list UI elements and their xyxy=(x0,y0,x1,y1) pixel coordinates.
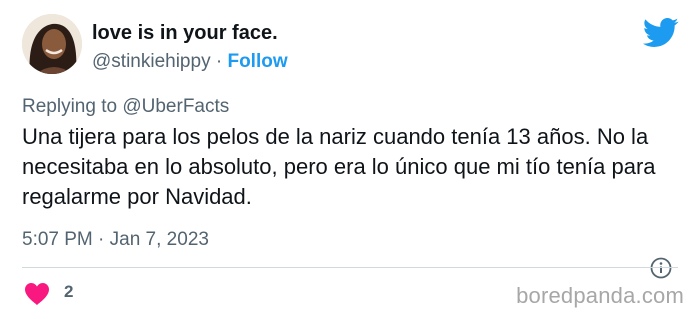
tweet-text: Una tijera para los pelos de la nariz cu… xyxy=(22,124,656,209)
follow-button[interactable]: Follow xyxy=(227,51,287,72)
tweet-timestamp[interactable]: 5:07 PM · Jan 7, 2023 xyxy=(22,229,209,251)
author-handle-line: @stinkiehippy · Follow xyxy=(92,51,288,73)
avatar[interactable] xyxy=(22,14,82,74)
heart-icon[interactable] xyxy=(24,282,50,306)
replying-to-label: Replying to xyxy=(22,96,118,117)
like-count: 2 xyxy=(64,282,74,301)
twitter-bird-icon[interactable] xyxy=(643,18,679,48)
author-display-name[interactable]: love is in your face. xyxy=(92,22,278,45)
handle-separator: · xyxy=(215,51,223,72)
author-handle[interactable]: @stinkiehippy xyxy=(92,51,211,72)
divider xyxy=(22,267,678,268)
watermark: boredpanda.com xyxy=(516,283,684,308)
reply-mention-link[interactable]: @UberFacts xyxy=(122,96,229,117)
info-icon[interactable] xyxy=(650,257,672,279)
replying-to-line: Replying to @UberFacts xyxy=(22,96,229,118)
